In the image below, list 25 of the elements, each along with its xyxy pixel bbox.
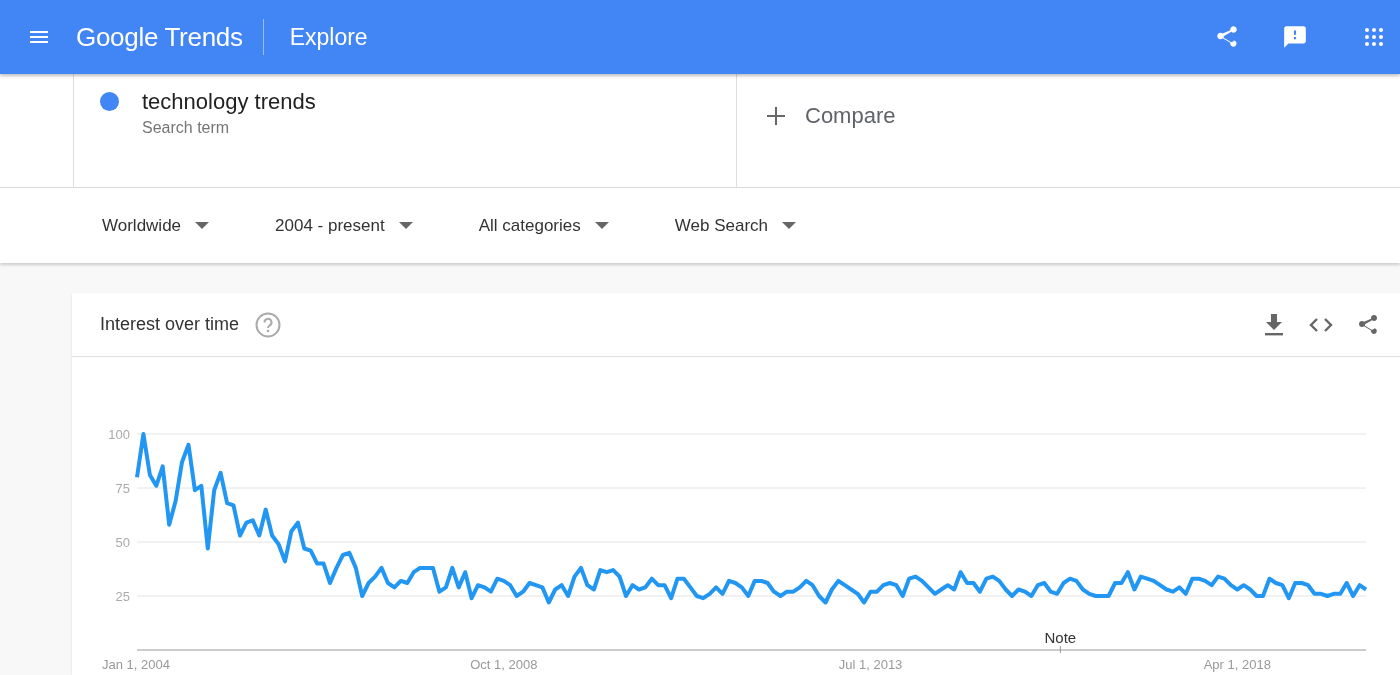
search-term[interactable]: technology trends [142, 89, 316, 115]
app-logo[interactable]: Google Trends [76, 19, 264, 55]
page-title: Explore [289, 23, 368, 51]
caret-icon [782, 222, 796, 229]
card-title: Interest over time [100, 314, 240, 335]
annotation: Note [1044, 629, 1077, 646]
y-axis-label: 75 [115, 481, 130, 496]
caret-icon [398, 222, 413, 229]
x-axis-label: Apr 1, 2018 [1203, 657, 1271, 672]
y-axis-label: 25 [115, 589, 130, 604]
y-axis-label: 50 [115, 535, 130, 550]
caret-icon [594, 222, 609, 229]
compare-button[interactable]: Compare [737, 74, 902, 158]
filter-dropdown[interactable]: Worldwide [88, 205, 224, 246]
filter-dropdown[interactable]: All categories [464, 205, 623, 246]
caret-icon [195, 222, 210, 229]
filter-dropdown[interactable]: Web Search [660, 205, 810, 246]
help-icon[interactable] [255, 311, 282, 338]
x-axis-label: Jul 1, 2013 [838, 657, 903, 672]
filter-dropdown[interactable]: 2004 - present [261, 205, 427, 246]
x-axis-label: Jan 1, 2004 [102, 657, 170, 672]
term-subtitle: Search term [142, 119, 231, 137]
y-axis-label: 100 [108, 427, 130, 442]
plus-icon [767, 107, 785, 125]
x-axis-label: Oct 1, 2008 [470, 657, 538, 672]
